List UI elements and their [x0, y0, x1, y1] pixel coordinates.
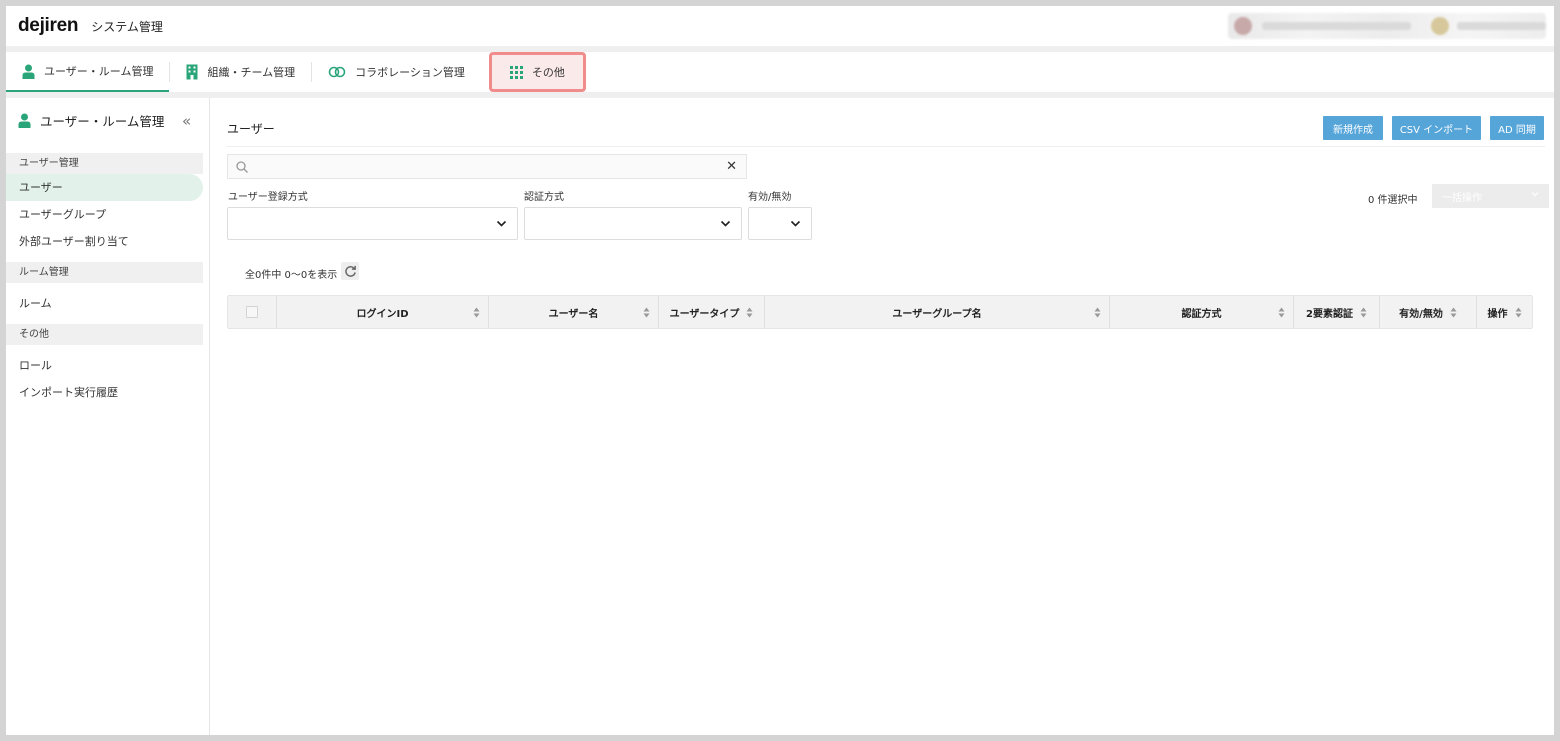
registration-method-select[interactable] — [227, 207, 518, 240]
sidebar-group-user-management: ユーザー管理 — [6, 153, 203, 174]
bulk-action-select[interactable]: 一括操作 — [1432, 184, 1549, 208]
status-select[interactable] — [748, 207, 812, 240]
tab-label: コラボレーション管理 — [355, 66, 465, 79]
user-menu[interactable] — [1228, 13, 1546, 39]
person-icon — [22, 64, 35, 79]
column-label: ユーザーグループ名 — [892, 308, 982, 320]
tab-label: 組織・チーム管理 — [207, 66, 296, 79]
main-content: ユーザー 新規作成 CSV インポート AD 同期 ✕ ユーザー登録方式 認証方… — [211, 98, 1554, 735]
avatar — [1234, 17, 1252, 35]
column-actions[interactable]: 操作 — [1477, 296, 1532, 328]
sort-icon — [1278, 307, 1285, 318]
chevron-down-icon — [1531, 190, 1539, 201]
sidebar: ユーザー・ルーム管理 « ユーザー管理 ユーザー ユーザーグループ 外部ユーザー… — [6, 98, 210, 735]
top-header: dejiren システム管理 — [6, 6, 1554, 46]
app-window: dejiren システム管理 ユーザー・ルーム管理 組織・チーム管理 コラボレー… — [6, 6, 1554, 735]
building-icon — [186, 64, 198, 80]
registration-method-label: ユーザー登録方式 — [228, 192, 308, 203]
sort-icon — [1450, 307, 1457, 318]
column-login-id[interactable]: ログインID — [277, 296, 489, 328]
person-icon — [18, 113, 31, 128]
sidebar-item-user-groups[interactable]: ユーザーグループ — [6, 201, 209, 228]
column-label: ユーザータイプ — [669, 308, 740, 320]
status-label: 有効/無効 — [748, 192, 792, 203]
select-all-cell — [228, 296, 277, 328]
sidebar-item-rooms[interactable]: ルーム — [6, 290, 209, 317]
tab-user-room[interactable]: ユーザー・ルーム管理 — [6, 52, 170, 92]
search-box: ✕ — [227, 154, 747, 179]
logo[interactable]: dejiren — [18, 15, 79, 37]
sort-icon — [1094, 307, 1101, 318]
sort-icon — [1360, 307, 1367, 318]
refresh-button[interactable] — [341, 262, 359, 280]
clear-search-icon[interactable]: ✕ — [726, 159, 737, 174]
page-title: ユーザー — [227, 122, 275, 136]
chevron-down-icon — [790, 218, 801, 229]
column-label: 2要素認証 — [1306, 308, 1353, 320]
column-user-group-name[interactable]: ユーザーグループ名 — [765, 296, 1110, 328]
bulk-action-label: 一括操作 — [1442, 192, 1482, 204]
column-auth-method[interactable]: 認証方式 — [1110, 296, 1294, 328]
create-button[interactable]: 新規作成 — [1323, 116, 1383, 140]
chevron-down-icon — [720, 218, 731, 229]
column-label: 有効/無効 — [1399, 308, 1443, 320]
selection-count: 0 件選択中 — [1368, 195, 1418, 206]
column-status[interactable]: 有効/無効 — [1380, 296, 1477, 328]
tab-other[interactable]: その他 — [488, 52, 586, 92]
auth-method-select[interactable] — [524, 207, 742, 240]
column-label: ユーザー名 — [548, 308, 599, 320]
sort-icon — [746, 307, 753, 318]
link-icon — [328, 66, 346, 78]
ad-sync-button[interactable]: AD 同期 — [1490, 116, 1544, 140]
column-label: 認証方式 — [1181, 308, 1222, 320]
sort-icon — [473, 307, 480, 318]
tab-organization-team[interactable]: 組織・チーム管理 — [170, 52, 311, 92]
chevron-down-icon — [496, 218, 507, 229]
tab-label: ユーザー・ルーム管理 — [44, 65, 154, 78]
users-table-header: ログインID ユーザー名 ユーザータイプ ユーザーグループ名 認証方式 2要素認… — [227, 295, 1533, 329]
sidebar-item-users[interactable]: ユーザー — [6, 174, 203, 201]
sidebar-group-other: その他 — [6, 324, 203, 345]
sidebar-item-import-history[interactable]: インポート実行履歴 — [6, 379, 209, 406]
column-user-type[interactable]: ユーザータイプ — [659, 296, 765, 328]
select-all-checkbox[interactable] — [246, 306, 258, 318]
auth-method-label: 認証方式 — [524, 192, 564, 203]
sidebar-item-roles[interactable]: ロール — [6, 352, 209, 379]
grid-dots-icon — [509, 65, 523, 79]
search-input[interactable] — [248, 155, 727, 178]
organization-avatar — [1430, 17, 1449, 35]
column-label: ログインID — [356, 308, 409, 320]
collapse-sidebar-icon[interactable]: « — [182, 112, 191, 130]
sort-icon — [643, 307, 650, 318]
csv-import-button[interactable]: CSV インポート — [1392, 116, 1481, 140]
main-tabs: ユーザー・ルーム管理 組織・チーム管理 コラボレーション管理 その他 — [6, 52, 1554, 92]
sidebar-title: ユーザー・ルーム管理 — [40, 113, 165, 129]
user-name-redacted — [1261, 22, 1411, 30]
column-user-name[interactable]: ユーザー名 — [489, 296, 659, 328]
sort-icon — [1515, 307, 1522, 318]
result-count: 全0件中 0～0を表示 — [245, 270, 338, 281]
refresh-icon — [344, 265, 357, 278]
column-two-factor-auth[interactable]: 2要素認証 — [1294, 296, 1380, 328]
tab-label: その他 — [531, 66, 565, 79]
sidebar-header: ユーザー・ルーム管理 « — [6, 98, 209, 142]
tab-collaboration[interactable]: コラボレーション管理 — [312, 52, 481, 92]
search-icon — [236, 160, 248, 173]
column-label: 操作 — [1487, 308, 1508, 320]
organization-name-redacted — [1456, 22, 1546, 30]
divider — [227, 146, 1545, 147]
sidebar-item-external-user-assignment[interactable]: 外部ユーザー割り当て — [6, 228, 209, 255]
app-title: システム管理 — [91, 19, 163, 34]
sidebar-group-room-management: ルーム管理 — [6, 262, 203, 283]
